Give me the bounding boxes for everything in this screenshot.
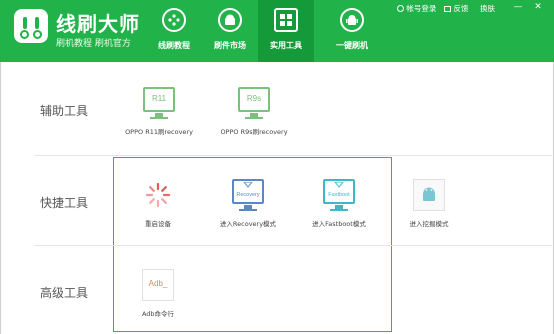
android-flash-icon [340,8,364,32]
tool-label: OPPO R11刷recovery [125,128,193,136]
monitor-text: R11 [151,94,167,103]
skin-link-label: 换肤 [480,4,495,13]
android-card-icon [412,178,446,212]
tool-label: OPPO R9s刷recovery [220,128,288,136]
tool-oppo-r11-recovery[interactable]: R11 OPPO R11刷recovery [114,86,204,136]
tool-reboot-device[interactable]: 重启设备 [113,178,203,228]
section-title-shortcut: 快捷工具 [40,196,89,210]
monitor-icon: R11 [142,86,176,120]
grid-tools-icon [274,8,298,32]
section-divider [34,245,552,246]
nav-tab-oneclick-flash[interactable]: 一键刷机 [324,0,380,62]
section-divider [34,155,552,156]
tool-label: 重启设备 [145,220,171,228]
top-header: 线刷大师 刷机教程 刷机官方 线刷教程 刷件市场 实用工具 一键刷机 帐号登录 … [0,0,554,62]
nav-tab-tutorial[interactable]: 线刷教程 [146,0,202,62]
tool-enter-fastboot[interactable]: Fastboot 进入Fastboot模式 [294,178,384,228]
tool-label: 进入Fastboot模式 [312,220,366,228]
app-slogan: 刷机教程 刷机官方 [56,39,131,49]
app-logo-icon [14,9,48,43]
tool-label: 进入Recovery模式 [219,220,277,228]
recovery-monitor-icon: Recovery [231,178,265,212]
tool-label: 进入挖掘模式 [409,220,449,228]
fastboot-monitor-icon: Fastboot [322,178,356,212]
tool-enter-dig-mode[interactable]: 进入挖掘模式 [384,178,474,228]
compass-icon [162,8,186,32]
login-link[interactable]: 帐号登录 [397,3,436,15]
user-icon [397,5,404,12]
tool-enter-recovery[interactable]: Recovery 进入Recovery模式 [203,178,293,228]
feedback-link-label: 反馈 [453,4,469,13]
section-title-auxiliary: 辅助工具 [40,104,89,118]
reboot-spinner-icon [141,178,175,212]
monitor-icon: R9s [237,86,271,120]
feedback-icon [444,5,451,12]
monitor-text: R9s [246,94,262,103]
feedback-link[interactable]: 反馈 [444,3,468,15]
nav-tab-market[interactable]: 刷件市场 [202,0,258,62]
monitor-text: Recovery [236,192,260,198]
adb-icon-text: Adb_ [148,279,168,288]
nav-tab-label: 实用工具 [270,41,302,50]
nav-tab-tools[interactable]: 实用工具 [258,0,314,62]
tool-adb-command-line[interactable]: Adb_ Adb命令行 [113,268,203,318]
close-button[interactable]: ✕ [532,2,544,12]
nav-tab-label: 一键刷机 [336,41,368,50]
monitor-text: Fastboot [328,192,350,198]
minimize-button[interactable]: — [512,2,524,12]
app-title: 线刷大师 [56,12,140,36]
android-market-icon [218,8,242,32]
login-link-label: 帐号登录 [406,4,437,13]
skin-link[interactable]: 换肤 [480,3,495,15]
tool-oppo-r9s-recovery[interactable]: R9s OPPO R9s刷recovery [209,86,299,136]
section-title-advanced: 高级工具 [40,286,89,300]
adb-terminal-icon: Adb_ [141,268,175,302]
tool-label: Adb命令行 [141,310,175,318]
